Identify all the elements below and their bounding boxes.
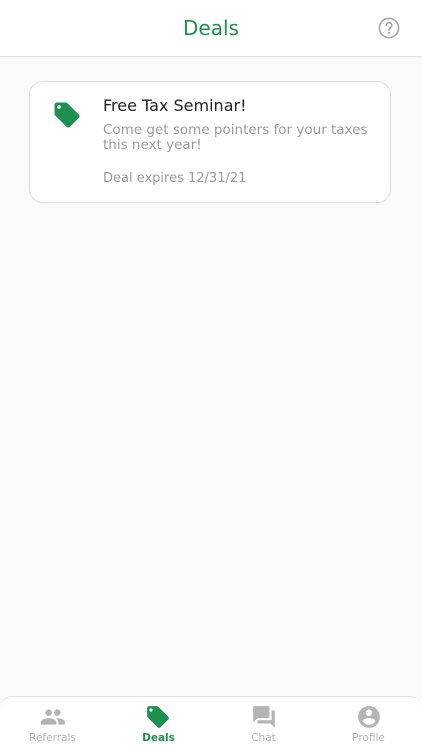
tab-label: Chat — [251, 732, 276, 744]
top-header: Deals — [0, 0, 422, 57]
deal-description: Come get some pointers for your taxes th… — [103, 122, 368, 153]
help-icon — [378, 17, 400, 39]
tab-label: Profile — [352, 732, 385, 744]
page-title: Deals — [183, 16, 239, 40]
tab-label: Referrals — [29, 732, 76, 744]
deal-card[interactable]: Free Tax Seminar! Come get some pointers… — [29, 81, 391, 203]
tab-label: Deals — [142, 732, 175, 744]
price-tag-icon — [54, 102, 80, 128]
tab-deals[interactable]: Deals — [106, 697, 211, 750]
deal-title: Free Tax Seminar! — [103, 96, 247, 115]
tag-icon — [147, 706, 169, 728]
deal-expiry: Deal expires 12/31/21 — [103, 171, 247, 186]
profile-icon — [358, 706, 380, 728]
tab-chat[interactable]: Chat — [211, 697, 316, 750]
bottom-tab-bar: Referrals Deals Chat Profile — [0, 696, 422, 750]
people-icon — [41, 709, 65, 725]
tab-referrals[interactable]: Referrals — [0, 697, 105, 750]
tab-profile[interactable]: Profile — [316, 697, 421, 750]
app-screen: Deals Free Tax Seminar! Come get some po… — [0, 0, 422, 750]
chat-icon — [253, 706, 275, 728]
help-button[interactable] — [378, 17, 400, 39]
